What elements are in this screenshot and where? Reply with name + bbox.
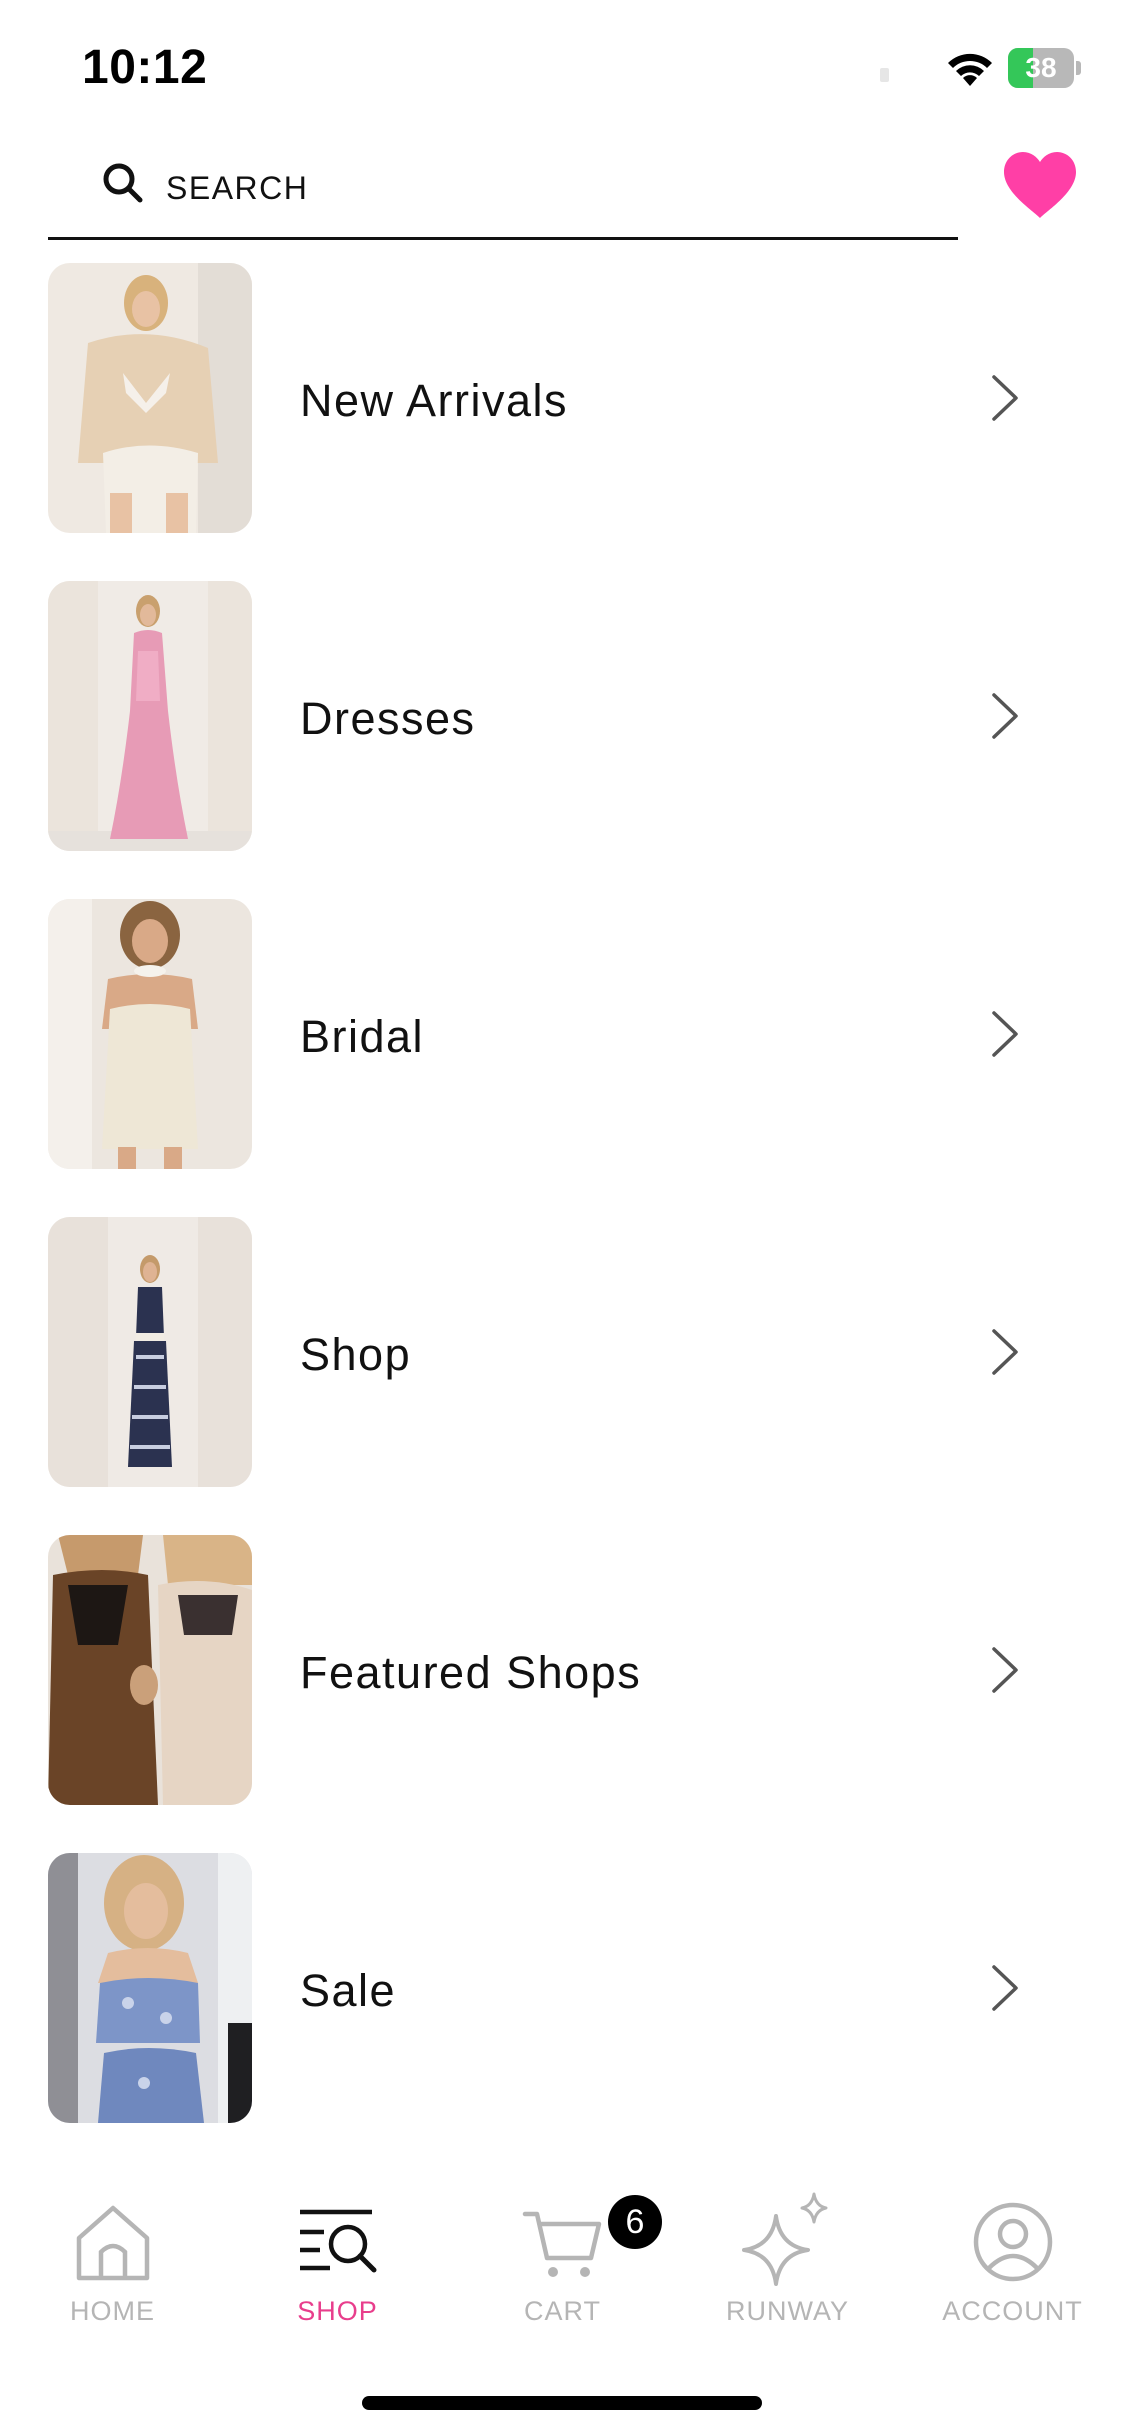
tab-label: HOME — [70, 2296, 155, 2326]
category-thumbnail — [48, 899, 252, 1169]
category-thumbnail — [48, 1217, 252, 1487]
category-label: Featured Shops — [300, 1647, 642, 1698]
category-row-bridal[interactable]: Bridal — [0, 899, 1125, 1169]
category-label: Shop — [300, 1329, 412, 1380]
category-row-dresses[interactable]: Dresses — [0, 581, 1125, 851]
home-indicator[interactable] — [362, 2396, 762, 2410]
tab-bar: HOME SHOP CART RUNWAY ACCOUNT — [0, 2180, 1125, 2350]
sparkle-icon — [741, 2192, 827, 2286]
category-row-sale[interactable]: Sale — [0, 1853, 1125, 2123]
category-label: Dresses — [300, 693, 476, 744]
battery-level: 38 — [1025, 52, 1057, 83]
category-thumbnail — [48, 263, 252, 533]
chevron-right-icon — [992, 1965, 1018, 2011]
category-label: New Arrivals — [300, 375, 569, 426]
search-label: SEARCH — [166, 170, 309, 206]
search-bar[interactable]: SEARCH — [48, 150, 958, 240]
tab-account[interactable]: ACCOUNT — [900, 2180, 1125, 2350]
chevron-right-icon — [992, 375, 1018, 421]
category-thumbnail — [48, 1535, 252, 1805]
category-row-featured-shops[interactable]: Featured Shops — [0, 1535, 1125, 1805]
heart-icon[interactable] — [1002, 150, 1078, 220]
tab-label: SHOP — [297, 2296, 378, 2326]
wifi-icon — [948, 53, 992, 86]
chevron-right-icon — [992, 1647, 1018, 1693]
category-thumbnail — [48, 1853, 252, 2123]
category-row-new-arrivals[interactable]: New Arrivals — [0, 263, 1125, 533]
category-thumbnail — [48, 581, 252, 851]
search-icon — [103, 163, 143, 203]
tab-home[interactable]: HOME — [0, 2180, 225, 2350]
category-row-shop[interactable]: Shop — [0, 1217, 1125, 1487]
tab-label: ACCOUNT — [942, 2296, 1083, 2326]
status-bar: 10:12 38 — [0, 0, 1125, 140]
battery-cap — [1076, 61, 1081, 75]
category-label: Sale — [300, 1965, 397, 2016]
account-icon — [973, 2202, 1052, 2282]
chevron-right-icon — [992, 693, 1018, 739]
shop-search-icon — [299, 2209, 376, 2273]
category-label: Bridal — [300, 1011, 425, 1062]
cart-count-badge: 6 — [608, 2195, 662, 2249]
tab-label: RUNWAY — [726, 2296, 849, 2326]
home-icon — [76, 2205, 149, 2281]
tab-shop[interactable]: SHOP — [225, 2180, 450, 2350]
chevron-right-icon — [992, 1011, 1018, 1057]
chevron-right-icon — [992, 1329, 1018, 1375]
battery-body: 38 — [1008, 48, 1074, 88]
battery-indicator: 38 — [1008, 48, 1081, 88]
tab-label: CART — [523, 2296, 601, 2326]
status-time: 10:12 — [82, 41, 208, 94]
tab-runway[interactable]: RUNWAY — [675, 2180, 900, 2350]
cellular-signal-icon — [880, 68, 889, 82]
cart-icon — [522, 2211, 601, 2277]
